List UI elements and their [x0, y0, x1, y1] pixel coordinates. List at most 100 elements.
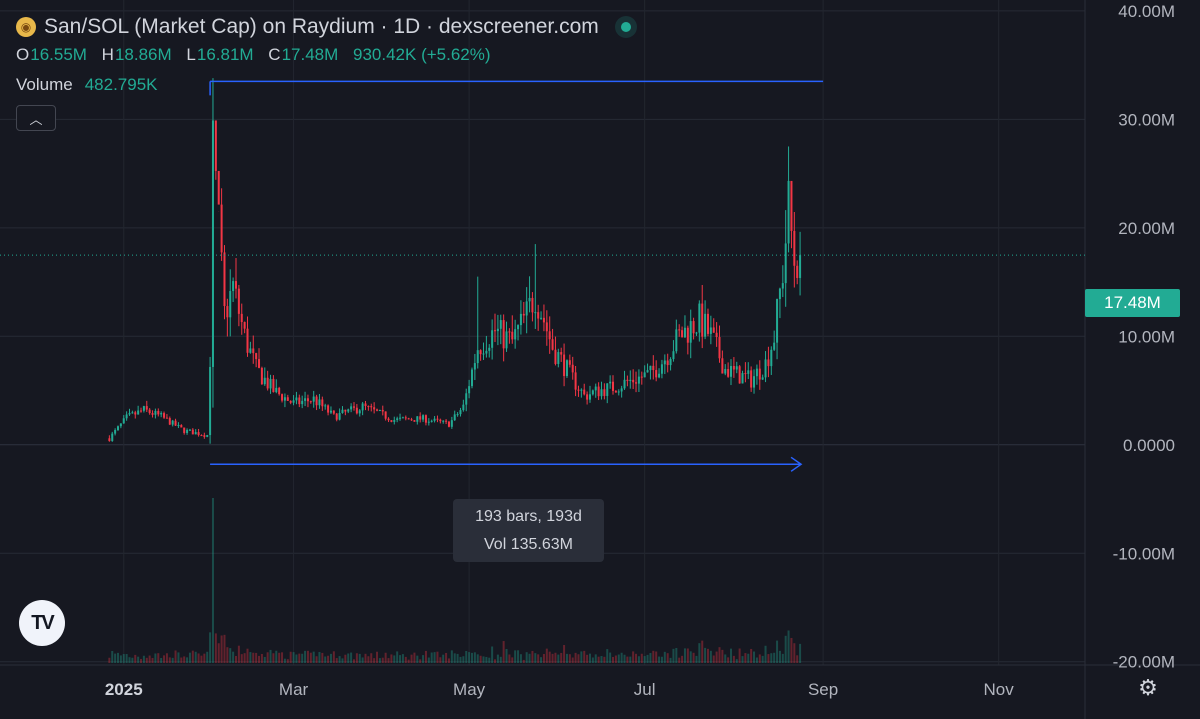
volume-bar [350, 652, 353, 663]
volume-bar [456, 653, 459, 663]
volume-bar [263, 656, 266, 663]
volume-bar [384, 652, 387, 663]
volume-bar [494, 659, 497, 663]
volume-bar [721, 649, 724, 663]
candle-body [712, 327, 715, 333]
x-tick-label: May [453, 680, 486, 699]
volume-bar [730, 648, 733, 663]
volume-bar [554, 652, 557, 663]
candle-body [672, 351, 675, 360]
volume-label[interactable]: Volume [16, 75, 73, 94]
candle-body [114, 430, 117, 434]
candle-body [263, 377, 266, 385]
candle-body [465, 393, 468, 405]
volume-bar [744, 653, 747, 663]
settings-gear-icon[interactable]: ⚙ [1135, 675, 1161, 701]
volume-bar [447, 658, 450, 663]
volume-bar [217, 643, 220, 663]
volume-bar [580, 651, 583, 663]
candle-body [131, 412, 134, 414]
volume-bar [629, 656, 632, 663]
candle-body [157, 410, 160, 415]
volume-bar [194, 651, 197, 663]
volume-bar [499, 656, 502, 663]
volume-bar [468, 652, 471, 663]
volume-bar [157, 653, 160, 663]
volume-bar [470, 652, 473, 663]
candle-body [321, 399, 324, 407]
candle-body [355, 407, 358, 414]
volume-bar [758, 654, 761, 663]
volume-bar [410, 654, 413, 663]
candle-body [678, 329, 681, 331]
candle-body [571, 364, 574, 373]
candle-body [180, 425, 183, 428]
candle-body [206, 435, 209, 437]
volume-bar [479, 655, 482, 663]
candle-body [565, 360, 568, 377]
volume-bar [439, 657, 442, 663]
volume-bar [160, 657, 163, 663]
volume-bar [517, 650, 520, 663]
volume-bar [165, 653, 168, 663]
volume-bar [329, 653, 332, 663]
tradingview-logo-icon[interactable]: TV [19, 600, 65, 646]
volume-bar [476, 654, 479, 663]
volume-bar [551, 653, 554, 663]
candle-body [623, 379, 626, 389]
candle-body [427, 421, 430, 423]
volume-bar [335, 658, 338, 663]
candle-body [669, 359, 672, 366]
candle-body [660, 364, 663, 374]
candle-body [459, 410, 462, 415]
volume-bar [606, 649, 609, 663]
candle-body [249, 348, 252, 353]
volume-bar [401, 654, 404, 663]
volume-bar [223, 634, 226, 663]
candle-body [468, 386, 471, 394]
candle-body [741, 373, 744, 384]
volume-bar [658, 656, 661, 663]
candle-body [594, 386, 597, 391]
low-value: 16.81M [196, 45, 254, 64]
volume-bar [591, 657, 594, 663]
volume-bar [796, 655, 799, 663]
volume-bar [678, 657, 681, 663]
volume-bar [361, 657, 364, 663]
candle-body [755, 368, 758, 377]
candle-body [796, 265, 799, 278]
candle-body [534, 312, 537, 314]
volume-bar [318, 652, 321, 663]
volume-bar [137, 656, 140, 663]
candle-body [436, 418, 439, 420]
candle-body [148, 409, 151, 414]
volume-bar [286, 659, 289, 663]
candle-body [151, 413, 154, 415]
candle-body [517, 325, 520, 330]
volume-bar [312, 651, 315, 663]
volume-bar [770, 653, 773, 663]
candle-body [246, 328, 249, 353]
volume-bar [663, 651, 666, 663]
volume-bar [376, 651, 379, 663]
volume-bar [214, 633, 217, 663]
volume-bar [255, 652, 258, 663]
candle-body [548, 331, 551, 340]
volume-bar [442, 654, 445, 663]
candle-body [781, 283, 784, 289]
volume-bar [583, 650, 586, 663]
candle-body [496, 328, 499, 332]
candle-body [761, 377, 764, 380]
y-tick-label: -20.00M [1113, 653, 1175, 672]
volume-bar [741, 656, 744, 663]
candle-body [701, 303, 704, 337]
candle-body [433, 418, 436, 421]
candle-body [508, 331, 511, 333]
candle-body [747, 370, 750, 374]
symbol-title[interactable]: San/SOL (Market Cap) on Raydium · 1D · d… [44, 15, 599, 39]
candle-body [200, 435, 203, 437]
collapse-legend-button[interactable]: ︿ [16, 105, 56, 131]
volume-bar [163, 655, 166, 663]
candle-body [753, 376, 756, 388]
volume-bar [482, 656, 485, 663]
